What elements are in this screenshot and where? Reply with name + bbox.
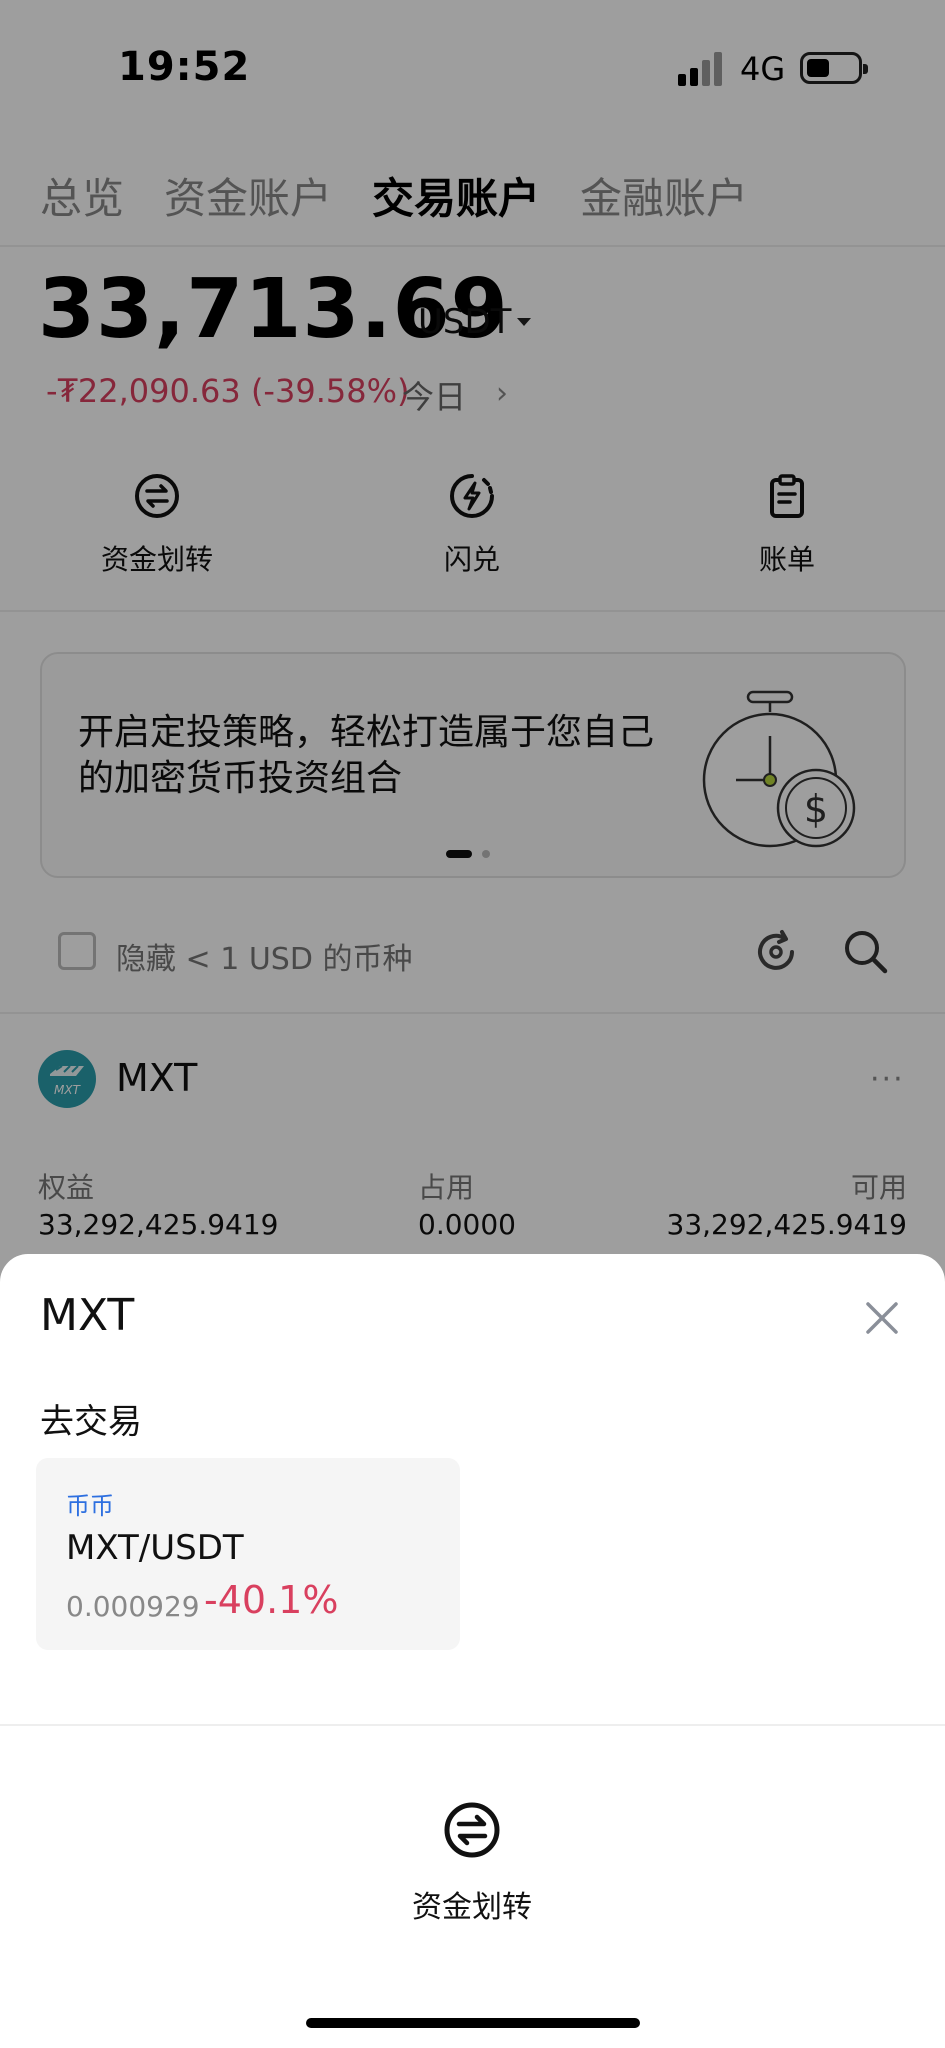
divider — [0, 1724, 945, 1726]
trade-pair-card[interactable]: 币币 MXT/USDT 0.000929 -40.1% — [36, 1458, 460, 1650]
trading-pair: MXT/USDT — [66, 1528, 244, 1568]
trade-section-title: 去交易 — [40, 1402, 142, 1442]
pair-change: -40.1% — [204, 1578, 339, 1622]
pair-price: 0.000929 — [66, 1590, 200, 1623]
close-icon[interactable] — [862, 1298, 902, 1338]
market-type-tag: 币币 — [66, 1492, 114, 1520]
sheet-title: MXT — [40, 1290, 135, 1341]
home-indicator — [306, 2018, 640, 2028]
bottom-sheet: MXT 去交易 币币 MXT/USDT 0.000929 -40.1% 资金划转 — [0, 1254, 945, 2048]
transfer-icon — [444, 1802, 500, 1858]
sheet-transfer-label: 资金划转 — [412, 1890, 532, 1925]
sheet-transfer-button[interactable]: 资金划转 — [372, 1800, 572, 1926]
